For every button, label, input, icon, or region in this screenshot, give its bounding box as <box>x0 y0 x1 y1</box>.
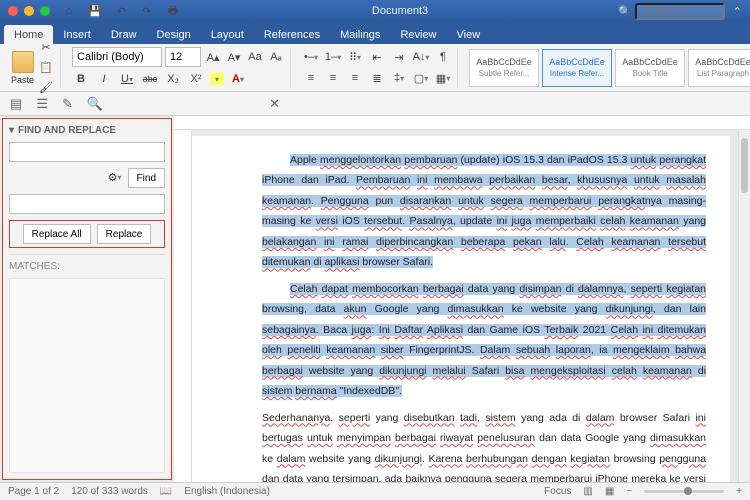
zoom-in-icon[interactable]: + <box>736 486 742 497</box>
superscript-button[interactable]: X² <box>187 70 205 88</box>
format-painter-icon[interactable]: 🖌 <box>37 79 55 97</box>
show-marks-icon[interactable]: ¶ <box>434 48 452 66</box>
status-spellcheck-icon[interactable]: 📖 <box>160 486 172 497</box>
zoom-slider[interactable] <box>644 490 724 493</box>
align-left-icon[interactable]: ≡ <box>302 69 320 87</box>
replace-input[interactable] <box>9 194 165 214</box>
italic-button[interactable]: I <box>95 70 113 88</box>
vertical-scrollbar[interactable] <box>738 130 750 482</box>
indent-inc-icon[interactable]: ⇥ <box>390 48 408 66</box>
tab-view[interactable]: View <box>447 25 491 44</box>
status-lang[interactable]: English (Indonesia) <box>184 486 270 497</box>
review-icon[interactable]: ✎ <box>62 96 73 112</box>
thumbnails-icon[interactable]: ▤ <box>10 96 22 112</box>
outline-icon[interactable]: ☰ <box>36 96 48 112</box>
style-subtle-refer-[interactable]: AaBbCcDdEeSubtle Refer... <box>469 49 539 87</box>
replace-button[interactable]: Replace <box>97 224 152 244</box>
align-center-icon[interactable]: ≡ <box>324 69 342 87</box>
replace-search-input[interactable] <box>635 3 725 20</box>
clipboard-icon <box>12 51 34 73</box>
grow-font-icon[interactable]: A▴ <box>204 48 222 66</box>
tab-insert[interactable]: Insert <box>53 25 101 44</box>
ribbon-collapse-icon[interactable]: ⌃ <box>733 5 742 18</box>
sidepanel-close-icon[interactable]: ✕ <box>269 96 280 112</box>
replace-all-button[interactable]: Replace All <box>23 224 91 244</box>
underline-button[interactable]: U <box>118 70 136 88</box>
view-print-icon[interactable]: ▥ <box>583 486 592 497</box>
tab-review[interactable]: Review <box>390 25 446 44</box>
view-web-icon[interactable]: ▦ <box>605 486 614 497</box>
style-intense-refer-[interactable]: AaBbCcDdEeIntense Refer... <box>542 49 612 87</box>
scroll-thumb[interactable] <box>741 138 748 193</box>
qat-home-icon[interactable]: ⌂ <box>60 2 78 20</box>
justify-icon[interactable]: ≣ <box>368 69 386 87</box>
tab-mailings[interactable]: Mailings <box>330 25 390 44</box>
matches-label: MATCHES: <box>9 261 165 272</box>
clear-format-icon[interactable]: Aₐ <box>267 48 285 66</box>
shrink-font-icon[interactable]: A▾ <box>225 48 243 66</box>
paragraph[interactable]: Sederhananya, seperti yang disebutkan ta… <box>262 408 706 482</box>
tab-layout[interactable]: Layout <box>201 25 254 44</box>
find-input[interactable] <box>9 142 165 162</box>
find-replace-panel: ▾ FIND AND REPLACE ⚙ Find Replace All Rep… <box>2 118 172 480</box>
copy-icon[interactable]: 📋 <box>37 59 55 77</box>
paste-label: Paste <box>11 75 34 85</box>
align-right-icon[interactable]: ≡ <box>346 69 364 87</box>
qat-save-icon[interactable]: 💾 <box>86 2 104 20</box>
paragraph[interactable]: Celah dapat membocorkan berbagai data ya… <box>262 279 706 402</box>
line-spacing-icon[interactable]: ‡ <box>390 69 408 87</box>
font-color-button[interactable]: A <box>229 70 247 88</box>
document-page[interactable]: Apple menggelontorkan pembaruan (update)… <box>192 136 730 482</box>
vertical-ruler[interactable] <box>174 130 192 482</box>
bold-button[interactable]: B <box>72 70 90 88</box>
panel-title: FIND AND REPLACE <box>18 125 116 136</box>
find-icon[interactable]: 🔍 <box>87 96 103 112</box>
qat-print-icon[interactable]: 🖶 <box>164 2 182 20</box>
change-case-icon[interactable]: Aa <box>246 48 264 66</box>
paragraph[interactable]: Apple menggelontorkan pembaruan (update)… <box>262 150 706 273</box>
matches-list <box>9 278 165 473</box>
status-focus[interactable]: Focus <box>544 486 571 497</box>
find-button[interactable]: Find <box>128 168 165 188</box>
horizontal-ruler[interactable] <box>174 116 750 130</box>
find-options-icon[interactable]: ⚙ <box>106 168 124 186</box>
paste-button[interactable]: Paste <box>11 51 34 85</box>
tab-references[interactable]: References <box>254 25 330 44</box>
style-list-paragraph[interactable]: AaBbCcDdEeList Paragraph <box>688 49 750 87</box>
doc-title: Document3 <box>182 5 618 17</box>
subscript-button[interactable]: X₂ <box>164 70 182 88</box>
close-icon[interactable] <box>8 6 18 16</box>
qat-redo-icon[interactable]: ↷ <box>138 2 156 20</box>
font-size-select[interactable] <box>165 47 201 67</box>
search-icon: 🔍 <box>618 5 632 18</box>
numbering-icon[interactable]: 1‒ <box>324 48 342 66</box>
sort-icon[interactable]: A↓ <box>412 48 430 66</box>
tab-draw[interactable]: Draw <box>101 25 147 44</box>
font-name-select[interactable] <box>72 47 162 67</box>
bullets-icon[interactable]: •‒ <box>302 48 320 66</box>
minimize-icon[interactable] <box>24 6 34 16</box>
borders-icon[interactable]: ▦ <box>434 69 452 87</box>
tab-design[interactable]: Design <box>147 25 201 44</box>
cut-icon[interactable]: ✂ <box>37 39 55 57</box>
shading-icon[interactable]: ▢ <box>412 69 430 87</box>
indent-dec-icon[interactable]: ⇤ <box>368 48 386 66</box>
highlight-button[interactable] <box>210 73 224 85</box>
qat-undo-icon[interactable]: ↶ <box>112 2 130 20</box>
strike-button[interactable]: abc <box>141 70 159 88</box>
style-book-title[interactable]: AaBbCcDdEeBook Title <box>615 49 685 87</box>
multilevel-icon[interactable]: ⠿ <box>346 48 364 66</box>
status-page[interactable]: Page 1 of 2 <box>8 486 59 497</box>
status-words[interactable]: 120 of 333 words <box>71 486 148 497</box>
zoom-out-icon[interactable]: − <box>626 486 632 497</box>
panel-toggle-icon[interactable]: ▾ <box>9 125 14 136</box>
zoom-icon[interactable] <box>40 6 50 16</box>
